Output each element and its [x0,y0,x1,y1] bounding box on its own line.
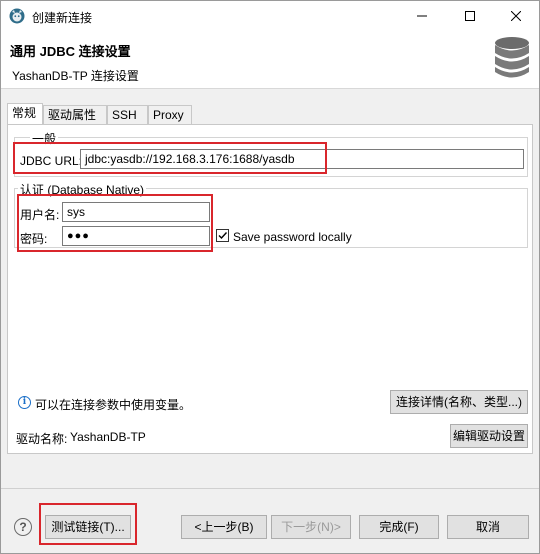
test-connection-button[interactable]: 测试链接(T)... [45,515,131,539]
username-label: 用户名: [20,208,60,222]
info-icon: i [18,396,31,409]
footer-divider [1,488,539,489]
help-icon[interactable]: ? [14,518,32,536]
maximize-icon [465,11,475,21]
jdbc-url-label: JDBC URL: [20,154,83,168]
general-tab-panel: 一般 JDBC URL: jdbc:yasdb://192.168.3.176:… [7,124,533,454]
header-subtitle: YashanDB-TP 连接设置 [12,69,139,83]
tab-proxy[interactable]: Proxy [148,105,192,125]
back-button[interactable]: <上一步(B) [181,515,267,539]
dialog-window: 创建新连接 通用 JDBC 连接设置 YashanDB-TP 连接设置 常规 驱… [0,0,540,554]
password-input[interactable]: ●●● [62,226,210,246]
tab-driver-properties[interactable]: 驱动属性 [43,105,107,125]
checkmark-icon [218,232,228,240]
finish-button[interactable]: 完成(F) [359,515,439,539]
save-password-label[interactable]: Save password locally [233,230,352,244]
header-title: 通用 JDBC 连接设置 [10,44,131,59]
maximize-button[interactable] [447,1,493,31]
minimize-icon [417,15,427,17]
minimize-button[interactable] [399,1,445,31]
auth-group-legend: 认证 (Database Native) [18,181,147,198]
jdbc-url-input[interactable]: jdbc:yasdb://192.168.3.176:1688/yasdb [80,149,524,169]
driver-name-label: 驱动名称: [16,432,68,446]
next-button[interactable]: 下一步(N)> [271,515,351,539]
username-input[interactable]: sys [62,202,210,222]
window-title: 创建新连接 [32,11,93,25]
title-bar[interactable]: 创建新连接 [1,1,539,31]
save-password-checkbox[interactable] [216,229,229,242]
tab-ssh[interactable]: SSH [107,105,148,125]
tab-general[interactable]: 常规 [7,103,43,125]
cancel-button[interactable]: 取消 [447,515,529,539]
connection-details-button[interactable]: 连接详情(名称、类型...) [390,390,528,414]
dbeaver-app-icon [9,8,25,24]
variables-info-text: 可以在连接参数中使用变量。 [35,398,192,412]
database-icon [495,37,529,78]
driver-name-value: YashanDB-TP [70,430,146,444]
close-button[interactable] [493,1,539,31]
password-label: 密码: [20,232,48,246]
close-icon [511,11,521,21]
edit-driver-settings-button[interactable]: 编辑驱动设置 [450,424,528,448]
dialog-header: 通用 JDBC 连接设置 YashanDB-TP 连接设置 [1,31,539,89]
general-group-legend: 一般 [30,130,59,147]
